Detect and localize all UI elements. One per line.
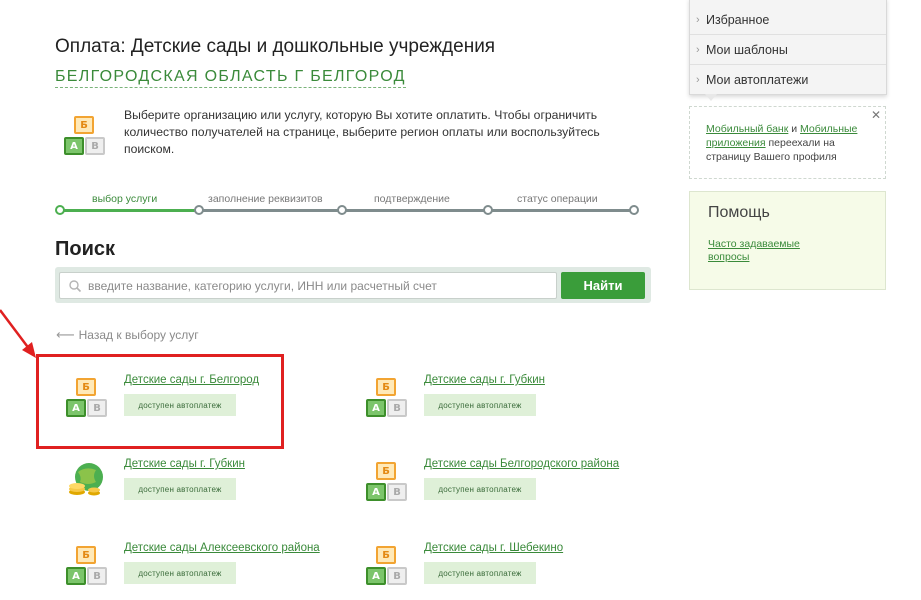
notice-box: ✕ Мобильный банк и Мобильные приложения … bbox=[689, 106, 886, 179]
org-item[interactable]: Б А В Детские сады г. Белгород доступен … bbox=[56, 374, 326, 444]
search-input[interactable] bbox=[88, 273, 554, 298]
sidebar-item-templates[interactable]: Мои шаблоны bbox=[690, 35, 886, 65]
menu-pointer bbox=[705, 94, 717, 101]
search-icon bbox=[69, 280, 82, 293]
step-label-status: статус операции bbox=[517, 193, 598, 205]
step-dot bbox=[55, 205, 65, 215]
sidebar-item-autopayments[interactable]: Мои автоплатежи bbox=[690, 65, 886, 95]
step-dot bbox=[483, 205, 493, 215]
progress-steps: выбор услуги заполнение реквизитов подтв… bbox=[55, 190, 640, 220]
abc-blocks-icon: Б А В bbox=[364, 462, 408, 504]
payment-page: Оплата: Детские сады и дошкольные учрежд… bbox=[0, 0, 921, 600]
autopay-badge: доступен автоплатеж bbox=[124, 478, 236, 500]
help-title: Помощь bbox=[708, 204, 770, 221]
search-panel: Найти bbox=[55, 267, 651, 303]
step-label-confirm: подтверждение bbox=[374, 193, 450, 205]
globe-coins-icon bbox=[69, 463, 103, 496]
region-selector[interactable]: БЕЛГОРОДСКАЯ ОБЛАСТЬ Г БЕЛГОРОД bbox=[55, 68, 406, 88]
step-dot bbox=[194, 205, 204, 215]
sidebar-item-favorites[interactable]: Избранное bbox=[690, 5, 886, 35]
abc-blocks-icon: Б А В bbox=[364, 546, 408, 588]
org-item[interactable]: Б А В Детские сады г. Губкин доступен ав… bbox=[356, 374, 626, 444]
intro-text: Выберите организацию или услугу, которую… bbox=[124, 108, 600, 156]
autopay-badge: доступен автоплатеж bbox=[424, 394, 536, 416]
org-name-link[interactable]: Детские сады Алексеевского района bbox=[124, 542, 320, 554]
step-label-fill-details: заполнение реквизитов bbox=[208, 193, 323, 205]
abc-blocks-icon: Б А В bbox=[364, 378, 408, 420]
autopay-badge: доступен автоплатеж bbox=[124, 562, 236, 584]
step-dot bbox=[337, 205, 347, 215]
close-icon[interactable]: ✕ bbox=[871, 108, 881, 122]
faq-link[interactable]: Часто задаваемые вопросы bbox=[708, 238, 828, 264]
sidebar-menu: Избранное Мои шаблоны Мои автоплатежи bbox=[689, 0, 887, 95]
abc-blocks-icon: Б А В bbox=[64, 546, 108, 588]
org-name-link[interactable]: Детские сады г. Губкин bbox=[424, 374, 545, 386]
org-name-link[interactable]: Детские сады г. Шебекино bbox=[424, 542, 563, 554]
autopay-badge: доступен автоплатеж bbox=[124, 394, 236, 416]
org-item[interactable]: Б А В Детские сады Белгородского района … bbox=[356, 458, 626, 528]
search-field[interactable] bbox=[59, 272, 557, 299]
arrow-left-icon: ⟵ bbox=[56, 327, 75, 342]
org-item[interactable]: Б А В Детские сады Алексеевского района … bbox=[56, 542, 326, 600]
step-label-select-service: выбор услуги bbox=[92, 193, 158, 205]
abc-blocks-icon: Б А В bbox=[62, 116, 106, 158]
step-dot bbox=[629, 205, 639, 215]
search-button[interactable]: Найти bbox=[561, 272, 645, 299]
org-name-link[interactable]: Детские сады г. Губкин bbox=[124, 458, 245, 470]
help-panel: Помощь Часто задаваемые вопросы bbox=[689, 191, 886, 290]
org-item[interactable]: Детские сады г. Губкин доступен автоплат… bbox=[56, 458, 326, 528]
notice-text: Мобильный банк и Мобильные приложения пе… bbox=[706, 123, 858, 163]
page-title: Оплата: Детские сады и дошкольные учрежд… bbox=[55, 36, 496, 57]
autopay-badge: доступен автоплатеж bbox=[424, 478, 536, 500]
abc-blocks-icon: Б А В bbox=[64, 378, 108, 420]
autopay-badge: доступен автоплатеж bbox=[424, 562, 536, 584]
back-to-services-link[interactable]: ⟵ Назад к выбору услуг bbox=[56, 327, 199, 343]
mobile-bank-link[interactable]: Мобильный банк bbox=[706, 123, 788, 135]
org-item[interactable]: Б А В Детские сады г. Шебекино доступен … bbox=[356, 542, 626, 600]
search-title: Поиск bbox=[55, 238, 116, 260]
back-link-label: Назад к выбору услуг bbox=[78, 328, 199, 342]
org-name-link[interactable]: Детские сады Белгородского района bbox=[424, 458, 619, 470]
org-name-link[interactable]: Детские сады г. Белгород bbox=[124, 374, 259, 386]
